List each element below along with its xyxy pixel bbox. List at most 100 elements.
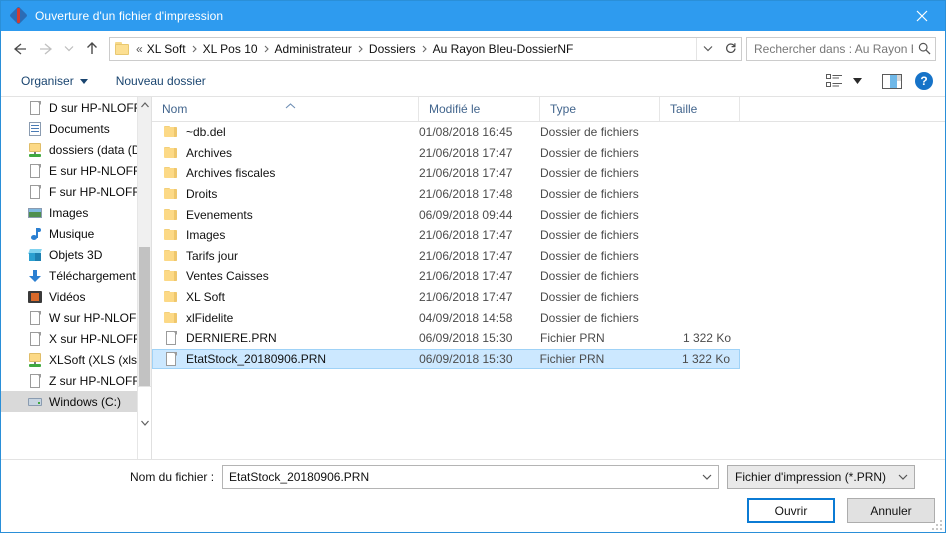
search-input[interactable]: Rechercher dans : Au Rayon B... (746, 36, 936, 61)
file-name-cell: ~db.del (152, 124, 419, 140)
sidebar-item-documents[interactable]: Documents (1, 118, 137, 139)
file-name-cell: XL Soft (152, 289, 419, 305)
table-row[interactable]: Tarifs jour 21/06/2018 17:47 Dossier de … (152, 246, 945, 267)
sidebar-item-e-drive[interactable]: E sur HP-NLOFF (1, 160, 137, 181)
network-folder-icon (27, 352, 43, 368)
sidebar-item-images[interactable]: Images (1, 202, 137, 223)
sidebar-item-musique[interactable]: Musique (1, 223, 137, 244)
navigation-pane: D sur HP-NLOFF Documents dossiers (data … (1, 97, 152, 459)
list-view-icon[interactable] (821, 69, 848, 93)
sidebar-item-w-drive[interactable]: W sur HP-NLOFF (1, 307, 137, 328)
scroll-up-button[interactable] (138, 97, 151, 113)
back-button[interactable] (7, 36, 33, 62)
sidebar-scrollbar[interactable] (137, 97, 151, 459)
file-name: Droits (186, 187, 218, 202)
sidebar-item-telechargement[interactable]: Téléchargement (1, 265, 137, 286)
downloads-icon (27, 268, 43, 284)
file-modified: 21/06/2018 17:48 (419, 187, 513, 202)
resize-grip[interactable] (932, 520, 942, 530)
scrollbar-thumb[interactable] (139, 247, 150, 402)
file-modified: 01/08/2018 16:45 (419, 125, 513, 140)
breadcrumb-items: « XL Soft XL Pos 10 Administrateur Dossi… (135, 42, 696, 56)
table-row-selected[interactable]: EtatStock_20180906.PRN 06/09/2018 15:30 … (152, 348, 740, 370)
scroll-down-button[interactable] (138, 386, 151, 459)
sidebar-item-label: F sur HP-NLOFF (49, 184, 137, 199)
sidebar-item-label: D sur HP-NLOFF (49, 100, 137, 115)
preview-pane-icon[interactable] (877, 69, 907, 93)
sidebar-item-label: W sur HP-NLOFF (49, 310, 137, 325)
table-row[interactable]: Evenements 06/09/2018 09:44 Dossier de f… (152, 204, 945, 225)
table-row[interactable]: Archives fiscales 21/06/2018 17:47 Dossi… (152, 163, 945, 184)
sidebar-item-videos[interactable]: Vidéos (1, 286, 137, 307)
sidebar-item-windows-c[interactable]: Windows (C:) (1, 391, 137, 412)
open-button[interactable]: Ouvrir (747, 498, 835, 523)
view-dropdown-button[interactable] (848, 69, 867, 93)
file-modified: 06/09/2018 09:44 (419, 207, 513, 222)
column-header-label: Taille (670, 102, 698, 116)
table-row[interactable]: Archives 21/06/2018 17:47 Dossier de fic… (152, 143, 945, 164)
sidebar-item-label: Vidéos (49, 289, 86, 304)
refresh-button[interactable] (719, 38, 741, 60)
table-row[interactable]: XL Soft 21/06/2018 17:47 Dossier de fich… (152, 287, 945, 308)
file-type: Dossier de fichiers (540, 248, 639, 263)
folder-icon (163, 207, 179, 223)
breadcrumb-overflow[interactable]: « (135, 42, 146, 56)
sidebar-item-dossiers-data[interactable]: dossiers (data (D (1, 139, 137, 160)
filter-dropdown-button[interactable] (892, 474, 914, 480)
file-name-cell: Images (152, 227, 419, 243)
table-row[interactable]: ~db.del 01/08/2018 16:45 Dossier de fich… (152, 122, 945, 143)
sidebar-item-objets-3d[interactable]: Objets 3D (1, 244, 137, 265)
sidebar-item-label: Musique (49, 226, 95, 241)
cancel-button[interactable]: Annuler (847, 498, 935, 523)
new-folder-button[interactable]: Nouveau dossier (110, 69, 212, 93)
breadcrumb-item[interactable]: Administrateur (274, 42, 353, 56)
drive-doc-icon (27, 331, 43, 347)
file-name: Archives fiscales (186, 166, 276, 181)
forward-button[interactable] (33, 36, 59, 62)
table-row[interactable]: Ventes Caisses 21/06/2018 17:47 Dossier … (152, 266, 945, 287)
column-header-label: Modifié le (429, 102, 481, 116)
sidebar-item-xlsoft[interactable]: XLSoft (XLS (xls) (1, 349, 137, 370)
address-bar-row: « XL Soft XL Pos 10 Administrateur Dossi… (1, 31, 945, 66)
file-type-filter-select[interactable]: Fichier d'impression (*.PRN) (727, 465, 916, 489)
table-row[interactable]: xlFidelite 04/09/2018 14:58 Dossier de f… (152, 307, 945, 328)
breadcrumb[interactable]: « XL Soft XL Pos 10 Administrateur Dossi… (109, 36, 742, 61)
column-header-label: Nom (162, 102, 188, 116)
column-header-type[interactable]: Type (540, 97, 660, 121)
breadcrumb-item[interactable]: XL Soft (146, 42, 187, 56)
chevron-right-icon (353, 45, 368, 53)
file-modified: 21/06/2018 17:47 (419, 166, 513, 181)
sidebar-item-f-drive[interactable]: F sur HP-NLOFF (1, 181, 137, 202)
filename-label: Nom du fichier : (130, 470, 215, 484)
help-icon[interactable]: ? (915, 72, 933, 90)
table-row[interactable]: DERNIERE.PRN 06/09/2018 15:30 Fichier PR… (152, 328, 945, 349)
file-type: Fichier PRN (540, 331, 605, 346)
sidebar-item-label: dossiers (data (D (49, 142, 137, 157)
file-type: Fichier PRN (539, 351, 605, 366)
sidebar-item-x-drive[interactable]: X sur HP-NLOFF (1, 328, 137, 349)
organize-button[interactable]: Organiser (15, 69, 94, 93)
sidebar-item-d-drive[interactable]: D sur HP-NLOFF (1, 97, 137, 118)
recent-locations-button[interactable] (59, 36, 79, 62)
breadcrumb-item[interactable]: Dossiers (368, 42, 417, 56)
folder-icon (163, 310, 179, 326)
breadcrumb-dropdown-button[interactable] (696, 37, 719, 60)
breadcrumb-item[interactable]: XL Pos 10 (202, 42, 259, 56)
table-row[interactable]: Droits 21/06/2018 17:48 Dossier de fichi… (152, 184, 945, 205)
column-header-modifie-le[interactable]: Modifié le (419, 97, 540, 121)
up-button[interactable] (79, 36, 105, 62)
sidebar-item-z-drive[interactable]: Z sur HP-NLOFF (1, 370, 137, 391)
filename-row: Nom du fichier : EtatStock_20180906.PRN … (1, 460, 945, 494)
filename-dropdown-button[interactable] (696, 474, 718, 480)
dialog-buttons: Ouvrir Annuler (1, 498, 945, 523)
column-header-taille[interactable]: Taille (660, 97, 740, 121)
breadcrumb-item-current[interactable]: Au Rayon Bleu-DossierNF (432, 42, 575, 56)
table-row[interactable]: Images 21/06/2018 17:47 Dossier de fichi… (152, 225, 945, 246)
column-header-nom[interactable]: Nom (152, 97, 419, 121)
folder-icon (163, 289, 179, 305)
filename-input[interactable]: EtatStock_20180906.PRN (222, 465, 720, 489)
file-rows: ~db.del 01/08/2018 16:45 Dossier de fich… (152, 122, 945, 370)
close-button[interactable] (899, 1, 945, 31)
chevron-down-icon (79, 78, 88, 84)
search-placeholder: Rechercher dans : Au Rayon B... (754, 41, 913, 56)
